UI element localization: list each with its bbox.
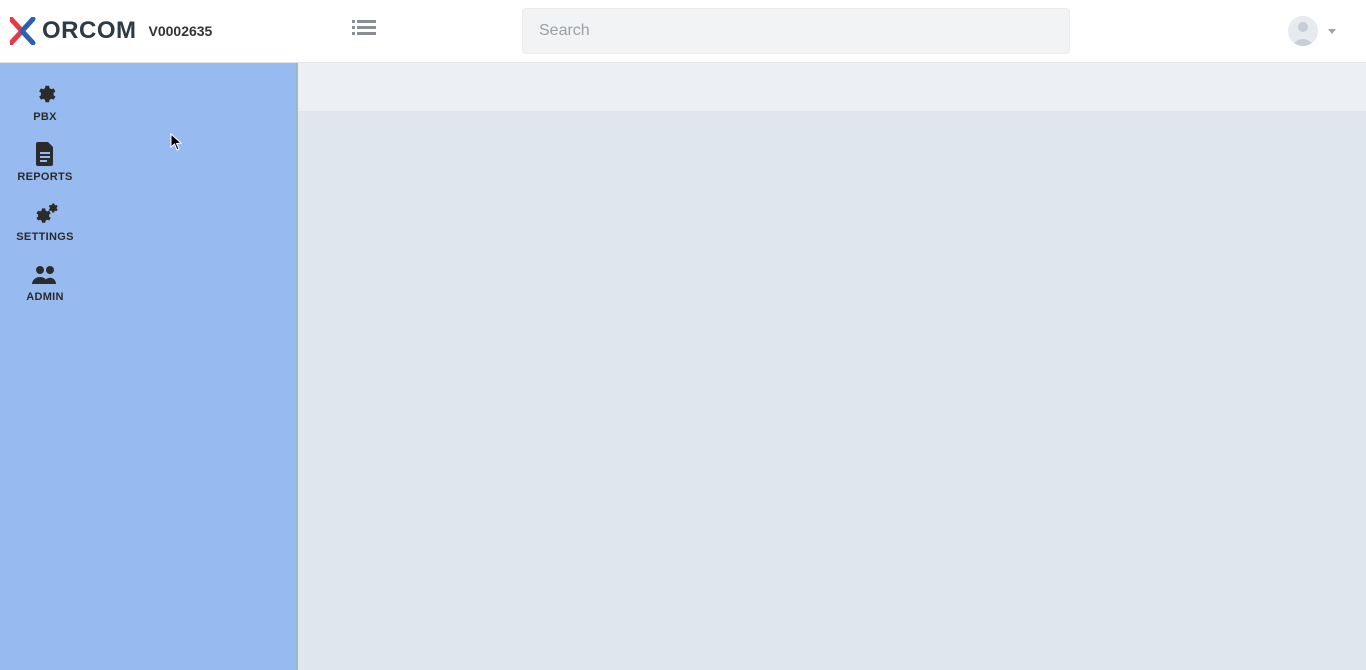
user-menu[interactable]: [1288, 16, 1336, 46]
sidebar-item-settings[interactable]: SETTINGS: [0, 193, 90, 253]
sidebar-item-label: REPORTS: [17, 171, 72, 183]
search-input[interactable]: [522, 8, 1070, 54]
x-icon: [10, 17, 36, 45]
content-header-bar: [298, 63, 1366, 111]
app-body: PBX REPORTS: [0, 63, 1366, 670]
sidebar-item-reports[interactable]: REPORTS: [0, 133, 90, 193]
brand-text: ORCOM: [42, 17, 137, 45]
sidebar-item-label: ADMIN: [26, 291, 64, 303]
logo-group[interactable]: ORCOM V0002635: [10, 17, 212, 45]
content-body: [298, 111, 1366, 670]
app-header: ORCOM V0002635: [0, 0, 1366, 63]
sidebar-item-pbx[interactable]: PBX: [0, 73, 90, 133]
document-icon: [35, 141, 55, 167]
avatar: [1288, 16, 1318, 46]
content-area: [298, 63, 1366, 670]
users-icon: [32, 261, 58, 287]
sidebar-item-label: PBX: [33, 111, 57, 123]
sidebar-item-admin[interactable]: ADMIN: [0, 253, 90, 313]
sidebar: PBX REPORTS: [0, 63, 298, 670]
version-label: V0002635: [149, 23, 213, 39]
gear-icon: [34, 81, 56, 107]
search-wrap: [522, 8, 1070, 54]
gears-icon: [32, 201, 58, 227]
cursor-icon: [170, 133, 184, 156]
list-icon: [352, 19, 376, 44]
chevron-down-icon: [1328, 29, 1336, 34]
menu-toggle-button[interactable]: [352, 19, 376, 44]
sidebar-item-label: SETTINGS: [16, 231, 73, 243]
